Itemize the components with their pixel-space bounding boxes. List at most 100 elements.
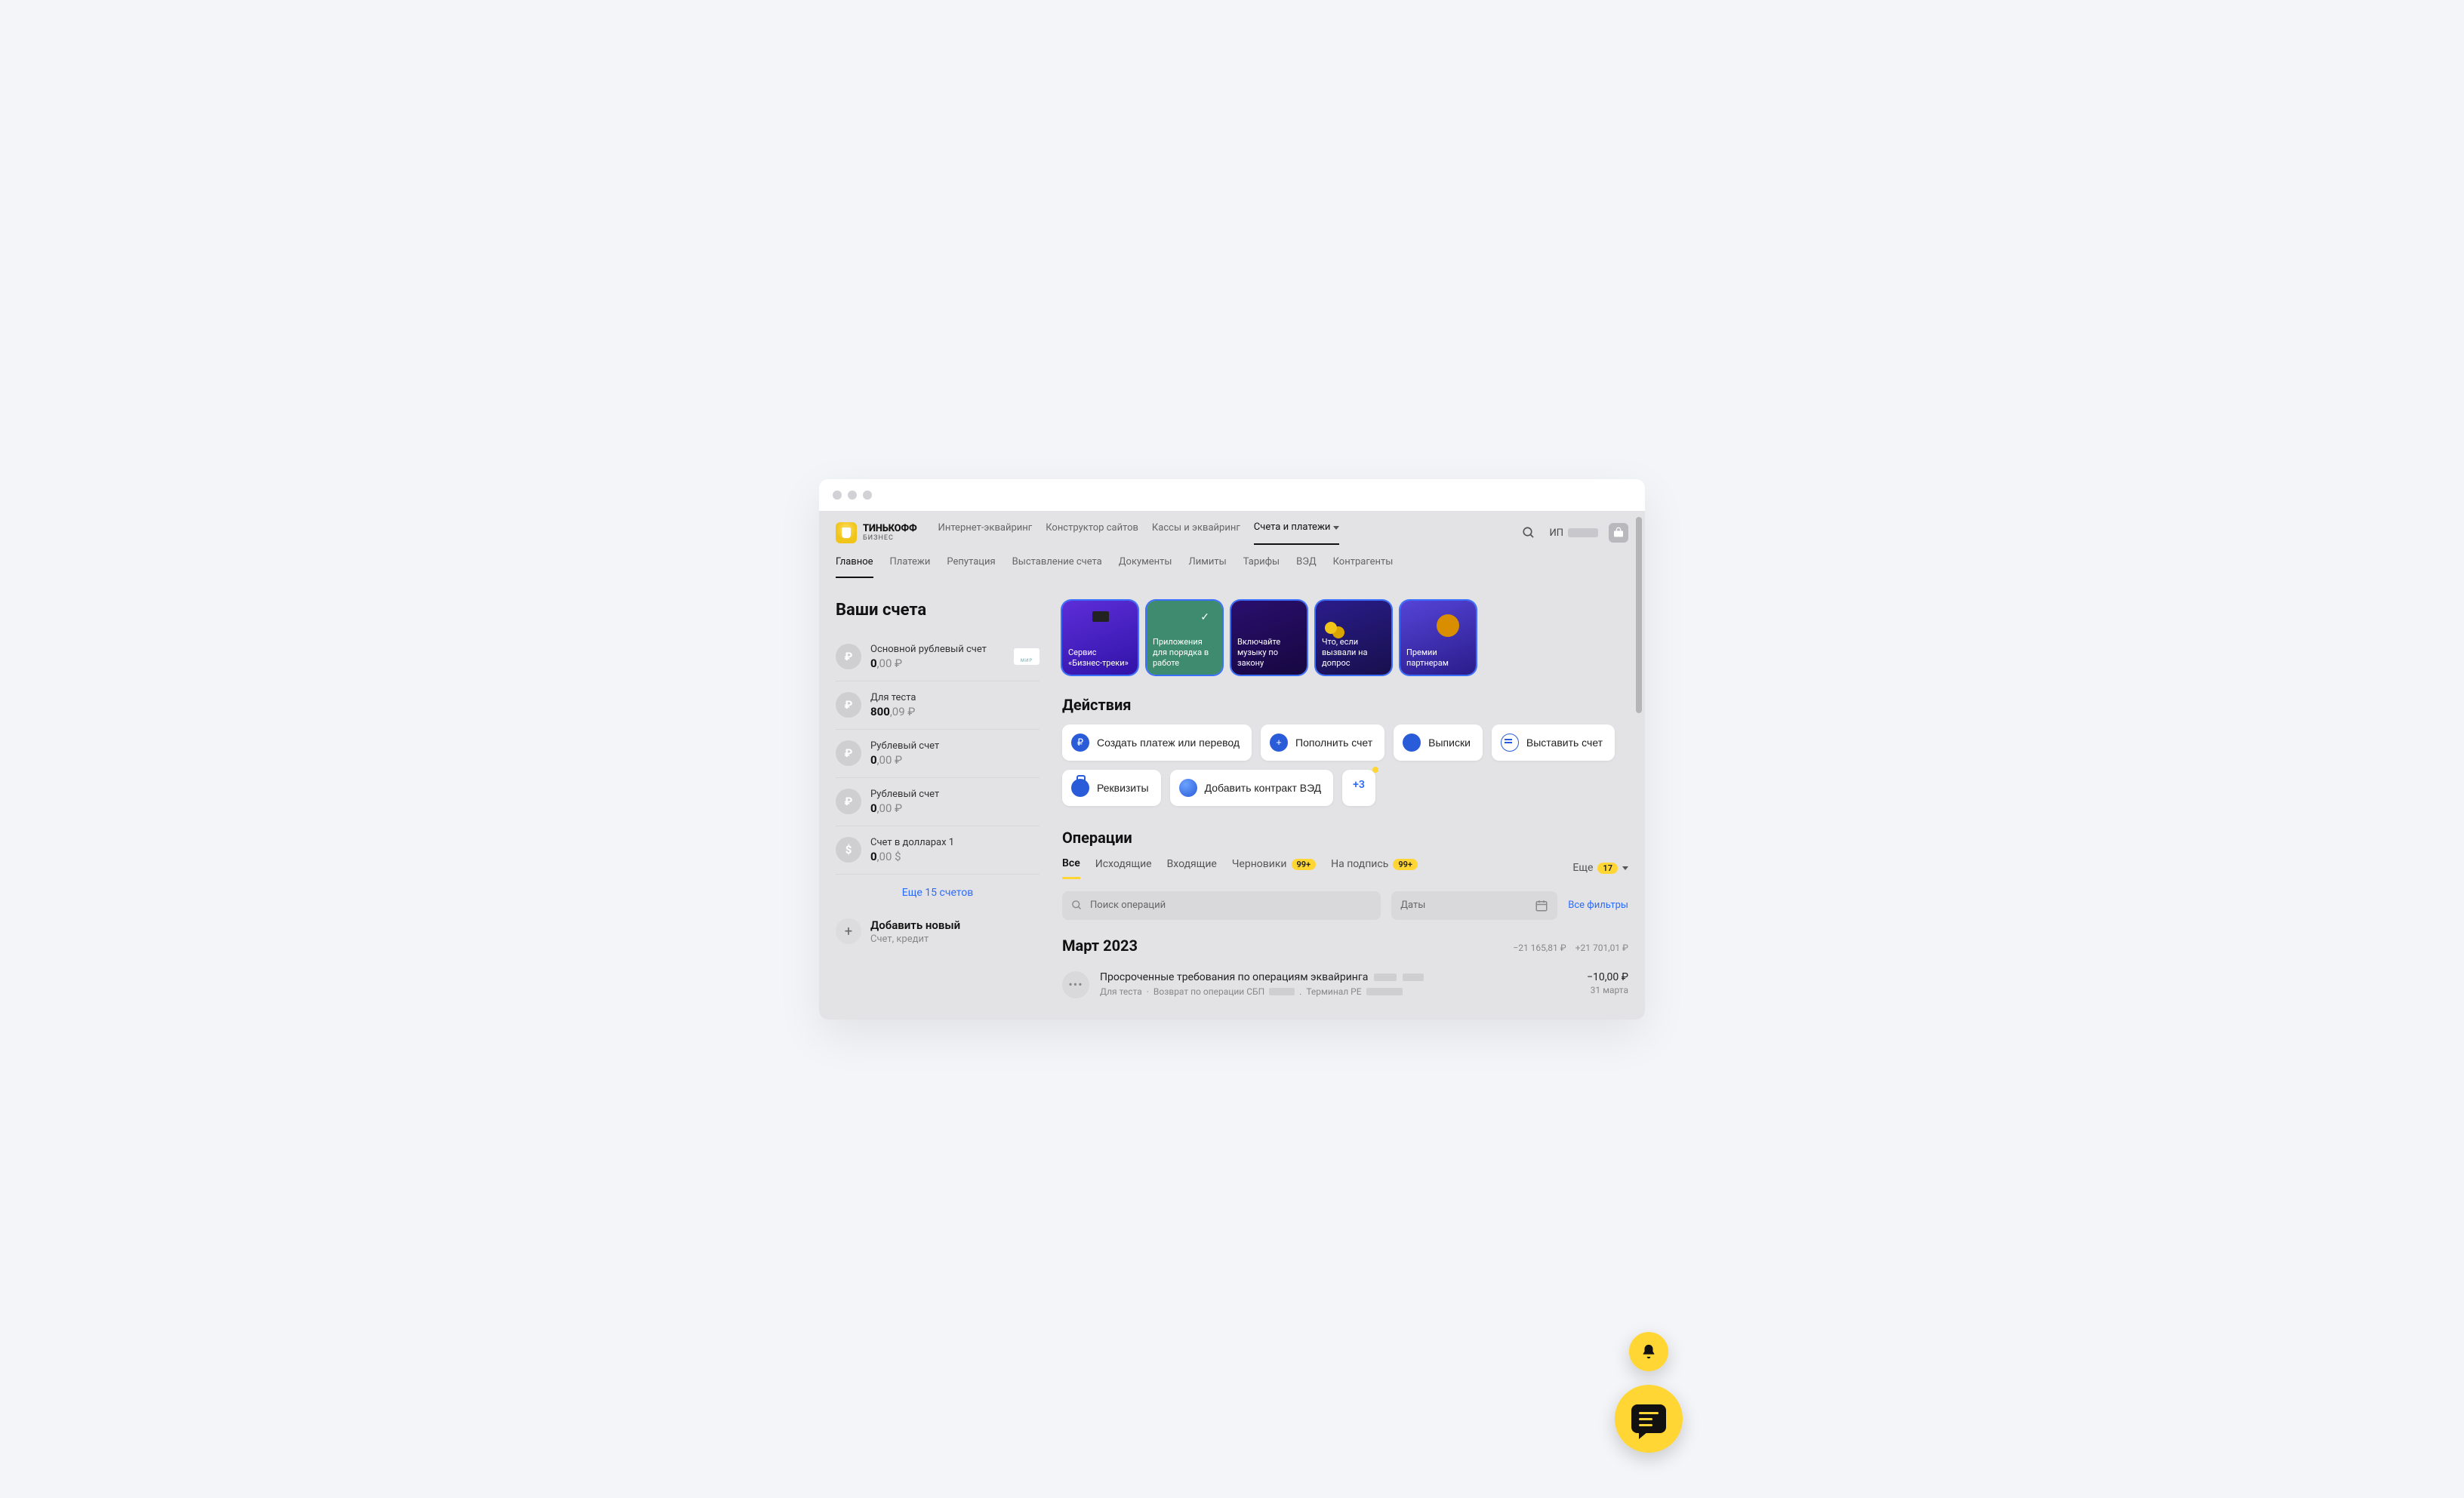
chevron-down-icon	[1333, 521, 1339, 533]
op-tab-tosign[interactable]: На подпись99+	[1331, 858, 1418, 878]
chat-button[interactable]	[1615, 1385, 1683, 1453]
redacted-text	[1374, 974, 1397, 981]
account-row[interactable]: ₽ Рублевый счет 0,00 ₽	[836, 730, 1040, 778]
scrollbar[interactable]	[1636, 517, 1642, 713]
operation-title: Просроченные требования по операциям экв…	[1100, 971, 1576, 983]
month-outflow: −21 165,81 ₽	[1513, 943, 1566, 953]
subnav-item[interactable]: Платежи	[890, 556, 931, 578]
story-card[interactable]: Сервис «Бизнес-треки»	[1062, 601, 1138, 675]
account-row[interactable]: ₽ Рублевый счет 0,00 ₽	[836, 778, 1040, 826]
app-surface: ТИНЬКОФФ БИЗНЕС Интернет-эквайринг Конст…	[819, 511, 1645, 1020]
notifications-button[interactable]	[1629, 1332, 1668, 1371]
redacted-text	[1568, 528, 1598, 537]
window-titlebar	[819, 479, 1645, 511]
story-card[interactable]: Приложения для порядка в работе	[1147, 601, 1222, 675]
add-subtitle: Счет, кредит	[870, 934, 960, 945]
plus-icon: +	[1270, 734, 1288, 752]
document-outline-icon	[1501, 734, 1519, 752]
requisites-button[interactable]: Реквизиты	[1062, 770, 1161, 806]
ruble-icon: ₽	[1071, 734, 1089, 752]
user-name[interactable]: ИП	[1549, 528, 1598, 539]
subnav-item[interactable]: Тарифы	[1243, 556, 1280, 578]
subnav-item[interactable]: ВЭД	[1296, 556, 1316, 578]
count-badge: 17	[1597, 863, 1618, 874]
op-tab-drafts[interactable]: Черновики99+	[1232, 858, 1316, 878]
month-inflow: +21 701,01 ₽	[1575, 943, 1628, 953]
account-row[interactable]: $ Счет в долларах 1 0,00 $	[836, 826, 1040, 875]
add-title: Добавить новый	[870, 918, 960, 932]
subnav-item-main[interactable]: Главное	[836, 556, 873, 578]
top-right: ИП	[1519, 523, 1628, 543]
top-nav-item-active[interactable]: Счета и платежи	[1254, 521, 1340, 545]
stories-row: Сервис «Бизнес-треки» Приложения для пор…	[1062, 601, 1628, 675]
avatar-icon[interactable]	[1609, 523, 1628, 543]
issue-invoice-button[interactable]: Выставить счет	[1492, 724, 1615, 761]
story-card[interactable]: Включайте музыку по закону	[1231, 601, 1307, 675]
browser-window: ТИНЬКОФФ БИЗНЕС Интернет-эквайринг Конст…	[819, 479, 1645, 1020]
all-filters-link[interactable]: Все фильтры	[1568, 900, 1628, 911]
account-name: Рублевый счет	[870, 740, 1040, 752]
window-dot	[848, 491, 857, 500]
operation-subtitle: Для теста· Возврат по операции СБП . Тер…	[1100, 986, 1576, 997]
operations-filters: Поиск операций Даты Все фильтры	[1062, 891, 1628, 920]
main-area: Сервис «Бизнес-треки» Приложения для пор…	[1062, 601, 1628, 1004]
globe-icon	[1179, 779, 1197, 797]
story-card[interactable]: Что, если вызвали на допрос	[1316, 601, 1391, 675]
logo[interactable]: ТИНЬКОФФ БИЗНЕС	[836, 522, 917, 543]
account-balance: 0,00 $	[870, 850, 1040, 863]
window-dot	[833, 491, 842, 500]
date-range-input[interactable]: Даты	[1391, 891, 1557, 920]
op-tab-more[interactable]: Еще17	[1572, 862, 1628, 874]
operation-row[interactable]: ••• Просроченные требования по операциям…	[1062, 965, 1628, 1004]
ruble-icon: ₽	[836, 740, 861, 766]
document-icon	[1403, 734, 1421, 752]
chat-icon	[1631, 1404, 1666, 1433]
logo-shield-icon	[836, 522, 857, 543]
topup-button[interactable]: +Пополнить счет	[1261, 724, 1384, 761]
count-badge: 99+	[1393, 859, 1418, 870]
ruble-icon: ₽	[836, 789, 861, 814]
account-name: Основной рублевый счет	[870, 644, 1005, 655]
subnav-item[interactable]: Репутация	[947, 556, 995, 578]
top-nav-item[interactable]: Конструктор сайтов	[1046, 522, 1138, 544]
account-name: Для теста	[870, 692, 1040, 703]
top-nav: Интернет-эквайринг Конструктор сайтов Ка…	[938, 521, 1340, 545]
more-horizontal-icon: •••	[1062, 971, 1089, 998]
actions-row: ₽Создать платеж или перевод +Пополнить с…	[1062, 724, 1628, 806]
account-row[interactable]: ₽ Основной рублевый счет 0,00 ₽ МИР	[836, 633, 1040, 681]
top-nav-item[interactable]: Интернет-эквайринг	[938, 522, 1033, 544]
count-badge: 99+	[1292, 859, 1317, 870]
account-name: Рублевый счет	[870, 789, 1040, 800]
logo-text: ТИНЬКОФФ БИЗНЕС	[863, 524, 917, 542]
more-actions-button[interactable]: +3	[1342, 770, 1375, 806]
subnav-item[interactable]: Лимиты	[1189, 556, 1227, 578]
card-mir-icon: МИР	[1014, 648, 1040, 665]
add-account-button[interactable]: + Добавить новый Счет, кредит	[836, 911, 1040, 952]
ruble-icon: ₽	[836, 644, 861, 669]
account-row[interactable]: ₽ Для теста 800,09 ₽	[836, 681, 1040, 730]
search-icon[interactable]	[1519, 523, 1538, 543]
op-tab-incoming[interactable]: Входящие	[1167, 858, 1217, 878]
add-ved-contract-button[interactable]: Добавить контракт ВЭД	[1170, 770, 1334, 806]
op-tab-outgoing[interactable]: Исходящие	[1095, 858, 1152, 878]
dollar-icon: $	[836, 837, 861, 863]
operations-search-input[interactable]: Поиск операций	[1062, 891, 1381, 920]
actions-heading: Действия	[1062, 696, 1628, 714]
subnav-item[interactable]: Контрагенты	[1333, 556, 1394, 578]
month-title: Март 2023	[1062, 937, 1138, 955]
ruble-icon: ₽	[836, 692, 861, 718]
top-nav-item[interactable]: Кассы и эквайринг	[1152, 522, 1240, 544]
statements-button[interactable]: Выписки	[1394, 724, 1483, 761]
account-balance: 0,00 ₽	[870, 753, 1040, 767]
operations-heading: Операции	[1062, 829, 1628, 847]
account-balance: 0,00 ₽	[870, 801, 1040, 815]
subnav-item[interactable]: Документы	[1119, 556, 1172, 578]
op-tab-all[interactable]: Все	[1062, 857, 1080, 879]
more-accounts-link[interactable]: Еще 15 счетов	[836, 875, 1040, 911]
story-card[interactable]: Премии партнерам	[1400, 601, 1476, 675]
subnav-item[interactable]: Выставление счета	[1012, 556, 1102, 578]
operation-date: 31 марта	[1587, 985, 1628, 995]
sub-nav: Главное Платежи Репутация Выставление сч…	[819, 546, 1645, 578]
create-payment-button[interactable]: ₽Создать платеж или перевод	[1062, 724, 1252, 761]
floating-actions	[1615, 1332, 1683, 1453]
